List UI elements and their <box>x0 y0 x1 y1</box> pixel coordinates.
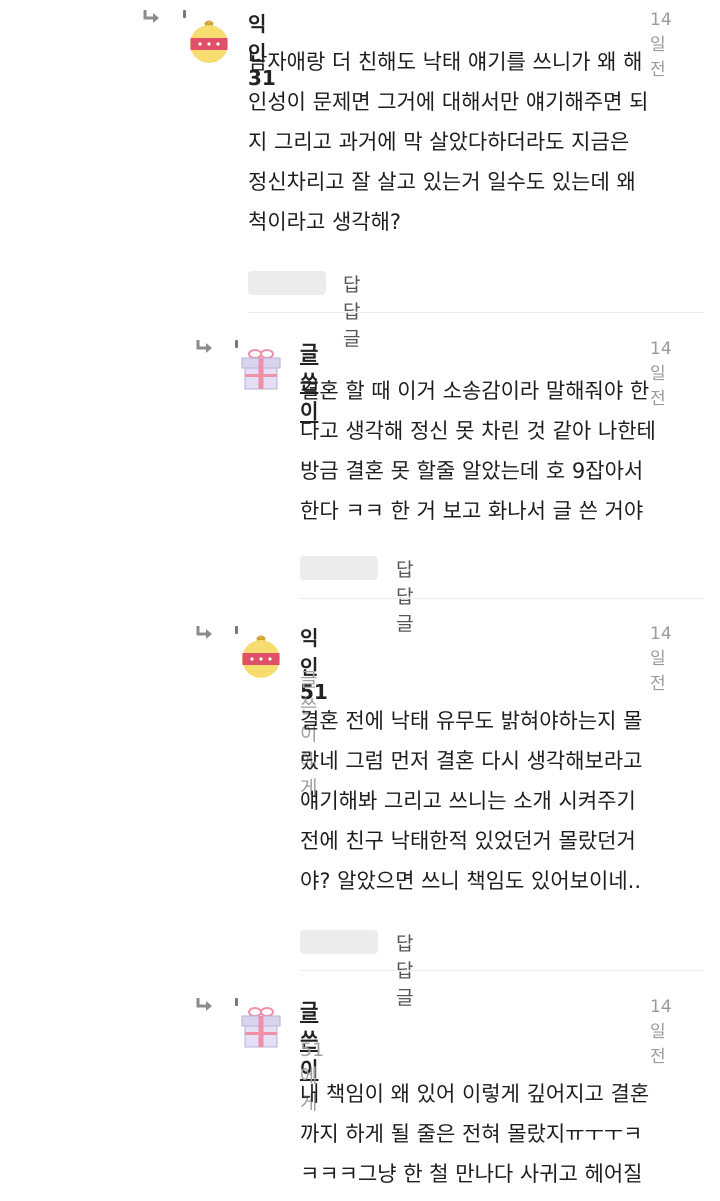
comment-divider <box>300 598 704 599</box>
reply-input-placeholder[interactable] <box>248 271 326 295</box>
comment-divider <box>248 312 704 313</box>
reply-input-placeholder[interactable] <box>300 930 378 954</box>
reply-arrow-icon <box>143 10 159 23</box>
comment-body: 결혼 전에 낙태 유무도 밝혀야하는지 몰 랐네 그럼 먼저 결혼 다시 생각해… <box>300 709 643 893</box>
ornament-icon <box>190 20 228 63</box>
comment-body: 결혼 할 때 이거 소송감이라 말해줘야 한 다고 생각해 정신 못 차린 것 … <box>300 379 656 523</box>
ornament-icon <box>242 635 280 678</box>
reply-arrow-icon <box>196 998 212 1011</box>
reply-input-placeholder[interactable] <box>300 556 378 580</box>
comment-time: 14일전 <box>650 624 672 694</box>
reply-button[interactable]: 답답글 <box>343 270 360 351</box>
comment-body: 내 책임이 왜 있어 이렇게 깊어지고 결혼 까지 하게 될 줄은 전혀 몰랐지… <box>300 1082 650 1186</box>
gift-box-icon <box>241 349 281 390</box>
comment-divider <box>300 970 704 971</box>
reply-arrow-icon <box>196 340 212 353</box>
level-marker-icon <box>183 10 186 18</box>
reply-arrow-icon <box>196 626 212 639</box>
comment-body: 남자애랑 더 친해도 낙태 얘기를 쓰니가 왜 해 인성이 문제면 그거에 대해… <box>248 50 649 234</box>
comment-time: 14일전 <box>650 997 672 1067</box>
gift-box-icon <box>241 1007 281 1048</box>
reply-button[interactable]: 답답글 <box>396 555 413 636</box>
